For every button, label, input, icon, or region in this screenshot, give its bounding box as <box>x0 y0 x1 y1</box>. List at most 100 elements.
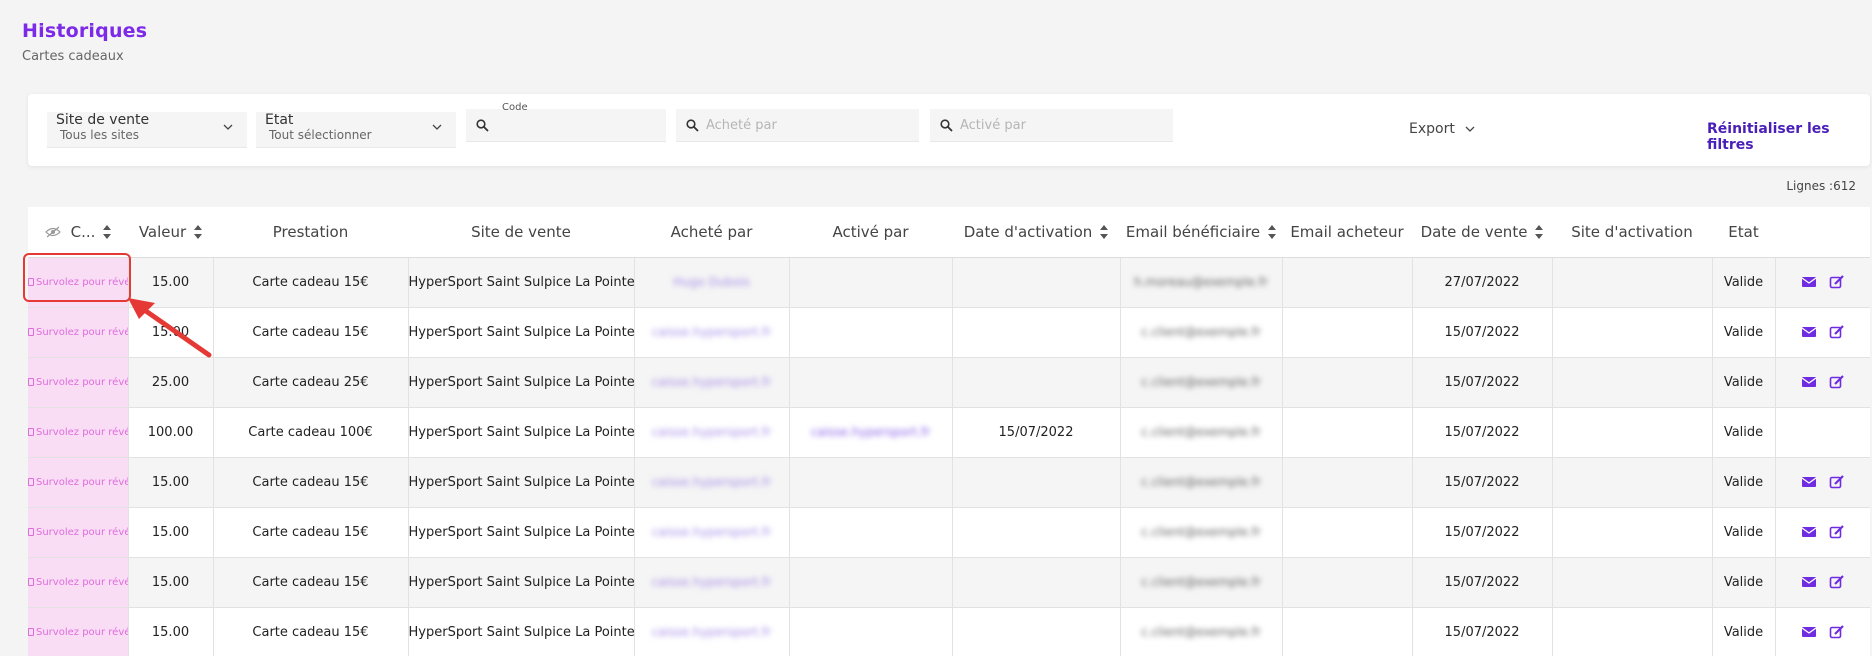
column-header-code[interactable]: C... <box>28 207 128 258</box>
code-cell[interactable]: Survolez pour révéler <box>28 557 129 608</box>
code-reveal-text: Survolez pour révéler <box>36 526 127 538</box>
lock-icon <box>28 577 34 586</box>
column-header-label: Date de vente <box>1420 222 1528 241</box>
column-header-date-activation[interactable]: Date d'activation <box>952 207 1120 258</box>
code-cell[interactable]: Survolez pour révéler <box>28 357 129 408</box>
date-de-vente-cell: 27/07/2022 <box>1412 257 1553 308</box>
eye-off-icon[interactable] <box>44 226 61 238</box>
edit-icon[interactable] <box>1829 325 1845 339</box>
valeur-cell: 15.00 <box>128 607 214 656</box>
achete-par-cell: caisse.hypersport.fr <box>634 457 790 508</box>
etat-cell: Valide <box>1712 557 1776 608</box>
reset-filters-link[interactable]: Réinitialiser les filtres <box>1707 121 1870 153</box>
achete-par-placeholder: Acheté par <box>706 118 777 133</box>
date-de-vente-cell: 15/07/2022 <box>1412 557 1553 608</box>
site-activation-cell <box>1552 457 1713 508</box>
site-de-vente-cell: HyperSport Saint Sulpice La Pointe <box>408 307 635 358</box>
blurred-text: caisse.hypersport.fr <box>651 574 772 589</box>
column-header-valeur[interactable]: Valeur <box>128 207 213 258</box>
column-header-email-beneficiaire[interactable]: Email bénéficiaire <box>1120 207 1282 258</box>
column-header-label: Site d'activation <box>1571 222 1693 241</box>
achete-par-input[interactable]: Acheté par <box>676 109 919 142</box>
etat-cell: Valide <box>1712 457 1776 508</box>
page-subtitle: Cartes cadeaux <box>22 49 124 64</box>
code-input[interactable]: Code <box>466 102 666 142</box>
site-activation-cell <box>1552 507 1713 558</box>
mail-icon[interactable] <box>1801 575 1817 589</box>
code-cell[interactable]: Survolez pour révéler <box>28 457 129 508</box>
site-de-vente-cell: HyperSport Saint Sulpice La Pointe <box>408 257 635 308</box>
mail-icon[interactable] <box>1801 525 1817 539</box>
edit-icon[interactable] <box>1829 625 1845 639</box>
table-row[interactable]: Survolez pour révéler15.00Carte cadeau 1… <box>28 557 1870 608</box>
code-cell[interactable]: Survolez pour révéler <box>28 507 129 558</box>
site-de-vente-cell: HyperSport Saint Sulpice La Pointe <box>408 457 635 508</box>
mail-icon[interactable] <box>1801 475 1817 489</box>
site-de-vente-select[interactable]: Site de vente Tous les sites <box>47 112 247 148</box>
achete-par-cell: caisse.hypersport.fr <box>634 507 790 558</box>
chevron-down-icon <box>223 124 233 130</box>
column-header-prestation: Prestation <box>213 207 408 258</box>
sort-icon[interactable] <box>194 224 203 240</box>
achete-par-cell: caisse.hypersport.fr <box>634 557 790 608</box>
prestation-cell: Carte cadeau 15€ <box>213 607 409 656</box>
table-row[interactable]: Survolez pour révéler15.00Carte cadeau 1… <box>28 507 1870 558</box>
blurred-text: caisse.hypersport.fr <box>651 624 772 639</box>
column-header-active-par: Activé par <box>789 207 952 258</box>
achete-par-cell: caisse.hypersport.fr <box>634 357 790 408</box>
table-row[interactable]: Survolez pour révéler15.00Carte cadeau 1… <box>28 457 1870 508</box>
code-cell[interactable]: Survolez pour révéler <box>28 607 129 656</box>
actions-cell <box>1775 457 1870 508</box>
table-row[interactable]: Survolez pour révéler15.00Carte cadeau 1… <box>28 307 1870 358</box>
table-row[interactable]: Survolez pour révéler25.00Carte cadeau 2… <box>28 357 1870 408</box>
blurred-text: caisse.hypersport.fr <box>651 374 772 389</box>
date-de-vente-cell: 15/07/2022 <box>1412 457 1553 508</box>
code-reveal-text: Survolez pour révéler <box>36 576 127 588</box>
search-icon <box>686 119 699 132</box>
achete-par-cell: caisse.hypersport.fr <box>634 607 790 656</box>
date-activation-cell: 15/07/2022 <box>952 407 1121 458</box>
blurred-text: c.client@exemple.fr <box>1141 574 1261 589</box>
valeur-cell: 15.00 <box>128 457 214 508</box>
sort-icon[interactable] <box>1535 224 1544 240</box>
edit-icon[interactable] <box>1829 525 1845 539</box>
email-acheteur-cell <box>1282 557 1413 608</box>
mail-icon[interactable] <box>1801 325 1817 339</box>
etat-cell: Valide <box>1712 507 1776 558</box>
actions-cell <box>1775 407 1870 458</box>
code-cell[interactable]: Survolez pour révéler <box>28 407 129 458</box>
sort-icon[interactable] <box>103 224 112 240</box>
code-cell[interactable]: Survolez pour révéler <box>28 307 129 358</box>
actions-cell <box>1775 257 1870 308</box>
sort-icon[interactable] <box>1100 224 1109 240</box>
mail-icon[interactable] <box>1801 375 1817 389</box>
etat-cell: Valide <box>1712 257 1776 308</box>
etat-select[interactable]: Etat Tout sélectionner <box>256 112 456 148</box>
etat-cell: Valide <box>1712 407 1776 458</box>
column-header-achete-par: Acheté par <box>634 207 789 258</box>
email-beneficiaire-cell: c.client@exemple.fr <box>1120 357 1283 408</box>
blurred-text: c.client@exemple.fr <box>1141 524 1261 539</box>
etat-value: Tout sélectionner <box>269 128 372 142</box>
table-row[interactable]: Survolez pour révéler100.00Carte cadeau … <box>28 407 1870 458</box>
column-header-date-de-vente[interactable]: Date de vente <box>1412 207 1552 258</box>
active-par-cell <box>789 557 953 608</box>
achete-par-cell: caisse.hypersport.fr <box>634 407 790 458</box>
mail-icon[interactable] <box>1801 275 1817 289</box>
edit-icon[interactable] <box>1829 375 1845 389</box>
column-header-site-activation: Site d'activation <box>1552 207 1712 258</box>
edit-icon[interactable] <box>1829 575 1845 589</box>
table-row[interactable]: Survolez pour révéler15.00Carte cadeau 1… <box>28 257 1870 308</box>
edit-icon[interactable] <box>1829 475 1845 489</box>
code-reveal-text: Survolez pour révéler <box>36 426 127 438</box>
sort-icon[interactable] <box>1268 224 1277 240</box>
page-header: Historiques Cartes cadeaux <box>22 20 147 64</box>
prestation-cell: Carte cadeau 25€ <box>213 357 409 408</box>
active-par-input[interactable]: Activé par <box>930 109 1173 142</box>
export-dropdown[interactable]: Export <box>1409 121 1475 137</box>
mail-icon[interactable] <box>1801 625 1817 639</box>
email-acheteur-cell <box>1282 607 1413 656</box>
edit-icon[interactable] <box>1829 275 1845 289</box>
table-row[interactable]: Survolez pour révéler15.00Carte cadeau 1… <box>28 607 1870 656</box>
actions-cell <box>1775 357 1870 408</box>
